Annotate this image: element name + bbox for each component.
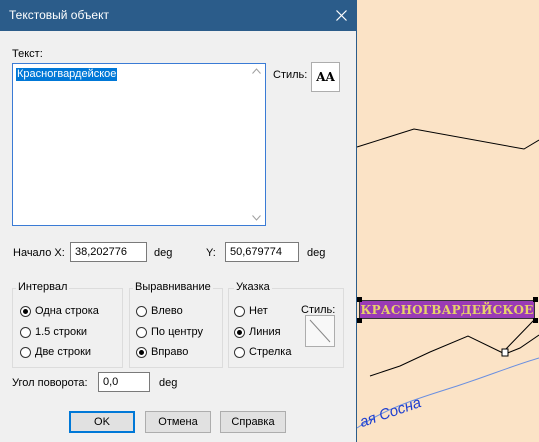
interval-option-one-half[interactable]: 1.5 строки — [20, 326, 87, 338]
text-object-dialog: Текстовый объект Текст: Красногвардейско… — [0, 0, 357, 442]
close-button[interactable] — [326, 0, 356, 31]
rotation-label: Угол поворота: — [12, 377, 88, 389]
radio-icon — [20, 346, 31, 358]
radio-label: Одна строка — [35, 305, 99, 317]
rotation-input[interactable]: 0,0 — [98, 372, 150, 392]
scroll-down-icon[interactable] — [252, 215, 261, 221]
radio-label: Линия — [249, 326, 281, 338]
text-style-button[interactable]: AA — [311, 62, 340, 92]
pointer-option-none[interactable]: Нет — [234, 305, 268, 317]
text-value: Красногвардейское — [16, 68, 118, 81]
scroll-up-icon[interactable] — [252, 68, 261, 74]
cancel-button[interactable]: Отмена — [145, 411, 211, 433]
radio-label: Вправо — [151, 346, 189, 358]
alignment-option-center[interactable]: По центру — [136, 326, 203, 338]
start-x-label: Начало X: — [13, 247, 65, 259]
text-label: Текст: — [12, 48, 43, 60]
radio-icon — [20, 326, 31, 338]
selection-handle[interactable] — [357, 297, 362, 302]
close-icon — [335, 10, 347, 21]
map-text-object[interactable]: КРАСНОГВАРДЕЙСКОЕ — [359, 300, 535, 319]
radio-label: Влево — [151, 305, 183, 317]
style-label: Стиль: — [273, 69, 308, 81]
selection-handle[interactable] — [533, 318, 538, 323]
radio-label: По центру — [151, 326, 203, 338]
radio-icon — [234, 305, 245, 317]
selection-handle[interactable] — [357, 318, 362, 323]
pointer-option-arrow[interactable]: Стрелка — [234, 346, 291, 358]
help-button[interactable]: Справка — [220, 411, 286, 433]
map-pointer-anchor — [501, 348, 509, 357]
radio-selected-icon — [20, 305, 31, 317]
dialog-titlebar: Текстовый объект — [0, 0, 356, 31]
radio-selected-icon — [136, 346, 147, 358]
radio-label: Стрелка — [249, 346, 292, 358]
start-x-input[interactable]: 38,202776 — [70, 242, 147, 262]
interval-option-double[interactable]: Две строки — [20, 346, 91, 358]
alignment-option-right[interactable]: Вправо — [136, 346, 188, 358]
pointer-style-button[interactable] — [305, 315, 335, 347]
radio-label: Нет — [249, 305, 268, 317]
pointer-group-title: Указка — [234, 281, 272, 293]
x-unit: deg — [154, 247, 173, 259]
text-scrollbar[interactable] — [248, 64, 265, 225]
alignment-group-title: Выравнивание — [133, 281, 213, 293]
y-label: Y: — [206, 247, 216, 259]
radio-icon — [136, 326, 147, 338]
radio-label: 1.5 строки — [35, 326, 88, 338]
map-pointer-line — [504, 318, 536, 351]
radio-icon — [136, 305, 147, 317]
pointer-option-line[interactable]: Линия — [234, 326, 281, 338]
text-input[interactable]: Красногвардейское — [12, 63, 266, 226]
dialog-title: Текстовый объект — [9, 8, 109, 22]
y-unit: deg — [307, 247, 326, 259]
ok-button[interactable]: OK — [69, 411, 135, 433]
line-style-icon — [309, 319, 331, 343]
interval-group-title: Интервал — [16, 281, 70, 293]
y-input[interactable]: 50,679774 — [225, 242, 299, 262]
selection-handle[interactable] — [533, 297, 538, 302]
interval-option-single[interactable]: Одна строка — [20, 305, 99, 317]
map-boundary-line — [356, 128, 539, 150]
radio-selected-icon — [234, 326, 245, 338]
map-road-line — [369, 335, 506, 377]
radio-label: Две строки — [35, 346, 92, 358]
rotation-unit: deg — [159, 377, 178, 389]
radio-icon — [234, 346, 245, 358]
alignment-option-left[interactable]: Влево — [136, 305, 183, 317]
